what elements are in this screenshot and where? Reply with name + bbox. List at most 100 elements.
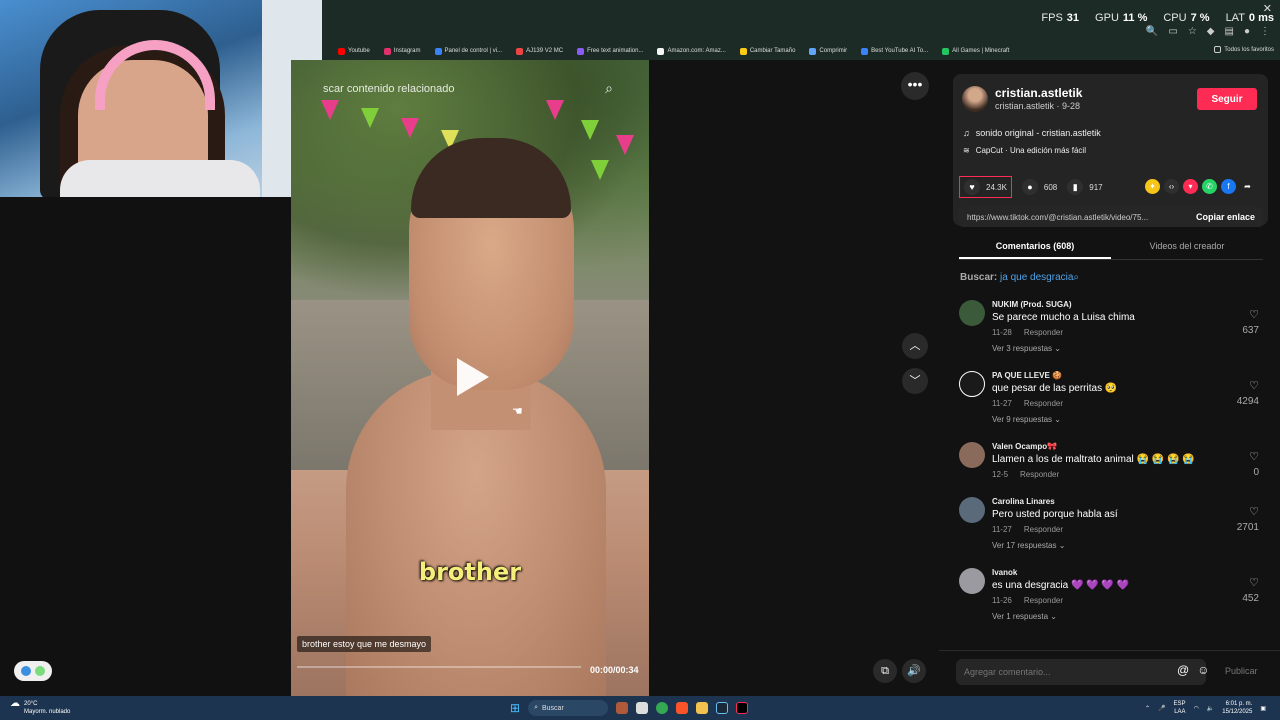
bookmark-compress[interactable]: Comprimir	[809, 47, 847, 55]
extension-icon[interactable]: ◆	[1207, 26, 1215, 37]
reply-button[interactable]: Responder	[1020, 470, 1059, 479]
volume-button[interactable]: 🔊	[902, 659, 926, 683]
panel-tabs: Comentarios (608) Videos del creador	[959, 238, 1263, 260]
comment-author[interactable]: PA QUE LLEVE 🍪	[992, 371, 1062, 380]
taskbar-search[interactable]: ⌕ Buscar	[528, 700, 609, 716]
steam-icon[interactable]	[716, 702, 729, 714]
comment-text: Se parece mucho a Luisa chima	[992, 312, 1135, 323]
bookmark-text-animation[interactable]: Free text animation...	[577, 47, 643, 55]
share-url[interactable]: https://www.tiktok.com/@cristian.astleti…	[967, 213, 1148, 222]
mention-icon[interactable]: @	[1177, 663, 1189, 677]
files-app-icon[interactable]	[636, 702, 649, 714]
bookmark-instagram[interactable]: Instagram	[383, 47, 421, 55]
folder-icon[interactable]	[696, 702, 709, 714]
reply-button[interactable]: Responder	[1024, 525, 1063, 534]
tiktok-icon[interactable]	[736, 702, 749, 714]
avatar[interactable]	[959, 300, 985, 326]
heart-outline-icon[interactable]: ♡	[1249, 576, 1259, 589]
mic-icon[interactable]: 🎤	[1158, 705, 1165, 712]
bookmark-panel[interactable]: Panel de control | vi...	[434, 47, 502, 55]
profile-icon[interactable]: ●	[1244, 26, 1250, 37]
zoom-icon[interactable]: 🔍	[1146, 26, 1158, 37]
puzzle-icon[interactable]: ▤	[1225, 26, 1234, 37]
pip-button[interactable]: ⧉	[873, 659, 897, 683]
extension-toggle[interactable]	[14, 661, 52, 681]
copy-link-button[interactable]: Copiar enlace	[1196, 212, 1255, 222]
facebook-icon[interactable]: f	[1221, 179, 1236, 194]
creator-username[interactable]: cristian.astletik	[995, 86, 1082, 100]
flag	[616, 135, 634, 155]
bookmark-youtube[interactable]: Youtube	[338, 47, 370, 55]
coin-icon[interactable]: ✦	[1145, 179, 1160, 194]
send-icon[interactable]: ▾	[1183, 179, 1198, 194]
tab-comments[interactable]: Comentarios (608)	[959, 238, 1111, 259]
avatar[interactable]	[959, 568, 985, 594]
chrome-icon[interactable]	[656, 702, 669, 714]
avatar[interactable]	[959, 371, 985, 397]
previous-video-button[interactable]: ︿	[902, 333, 928, 359]
comment-author[interactable]: NUKIM (Prod. SUGA)	[992, 300, 1072, 309]
whatsapp-icon[interactable]: ✆	[1202, 179, 1217, 194]
video-progress[interactable]	[297, 666, 581, 668]
view-replies-button[interactable]: Ver 3 respuestas ⌄	[992, 344, 1061, 353]
embed-icon[interactable]: ‹›	[1164, 179, 1179, 194]
comment-input[interactable]	[956, 659, 1206, 685]
menu-icon[interactable]: ⋮	[1260, 26, 1270, 37]
comment-author[interactable]: Ivanok	[992, 568, 1017, 577]
reply-button[interactable]: Responder	[1024, 399, 1063, 408]
more-options-button[interactable]: •••	[901, 72, 929, 100]
sound-link[interactable]: ♫ sonido original - cristian.astletik	[963, 128, 1101, 138]
bookmarks-bar: Youtube Instagram Panel de control | vi.…	[322, 42, 1280, 60]
game-app-icon[interactable]	[616, 702, 629, 714]
heart-outline-icon[interactable]: ♡	[1249, 379, 1259, 392]
close-icon[interactable]: ✕	[1263, 2, 1272, 15]
cam-shirt	[60, 160, 260, 197]
comment-author[interactable]: Carolina Linares	[992, 497, 1055, 506]
wifi-icon[interactable]: ◠	[1194, 705, 1199, 712]
like-button[interactable]: ♥ 24.3K	[959, 176, 1012, 198]
comment-button[interactable]: ● 608	[1021, 179, 1057, 195]
avatar[interactable]	[959, 442, 985, 468]
heart-outline-icon[interactable]: ♡	[1249, 505, 1259, 518]
emoji-icon[interactable]: ☺	[1197, 663, 1209, 677]
bookmark-resize[interactable]: Cambiar Tamaño	[739, 47, 795, 55]
heart-outline-icon[interactable]: ♡	[1249, 450, 1259, 463]
reply-button[interactable]: Responder	[1024, 328, 1063, 337]
notification-icon[interactable]: ▣	[1260, 705, 1266, 712]
chevron-up-icon[interactable]: ⌃	[1145, 705, 1150, 712]
related-search[interactable]: scar contenido relacionado ⌕	[291, 78, 631, 100]
search-term-link[interactable]: ja que desgracia⌕	[1000, 272, 1079, 283]
bookmark-youtube-ai[interactable]: Best YouTube AI To...	[861, 47, 928, 55]
tab-creator-videos[interactable]: Videos del creador	[1111, 238, 1263, 259]
star-icon[interactable]: ☆	[1188, 26, 1197, 37]
all-bookmarks[interactable]: Todos los favoritos	[1214, 46, 1274, 53]
speaker-icon[interactable]: 🔈	[1207, 705, 1214, 712]
video-player[interactable]: scar contenido relacionado ⌕ brother bro…	[291, 60, 649, 696]
brave-icon[interactable]	[676, 702, 689, 714]
search-icon[interactable]: ⌕	[605, 80, 613, 97]
bookmark-aj139[interactable]: AJ139 V2 MC	[516, 47, 563, 55]
comment-author[interactable]: Valen Ocampo🎀	[992, 442, 1057, 451]
save-button[interactable]: ▮ 917	[1067, 179, 1103, 195]
bookmark-minecraft[interactable]: All Games | Minecraft	[942, 47, 1009, 55]
comment-meta: 11-26 Responder	[992, 596, 1064, 605]
view-replies-button[interactable]: Ver 1 respuesta ⌄	[992, 612, 1057, 621]
weather-widget[interactable]: ☁ 20°C Mayorm. nublado	[10, 699, 70, 716]
cast-icon[interactable]: ▭	[1168, 26, 1177, 37]
view-replies-button[interactable]: Ver 17 respuestas ⌄	[992, 541, 1065, 550]
avatar[interactable]	[962, 86, 988, 112]
reply-button[interactable]: Responder	[1024, 596, 1063, 605]
heart-outline-icon[interactable]: ♡	[1249, 308, 1259, 321]
share-icon[interactable]: ➦	[1240, 179, 1255, 194]
windows-start-icon[interactable]: ⊞	[510, 701, 520, 715]
follow-button[interactable]: Seguir	[1197, 88, 1257, 110]
avatar[interactable]	[959, 497, 985, 523]
view-replies-button[interactable]: Ver 9 respuestas ⌄	[992, 415, 1061, 424]
clock[interactable]: 6:01 p. m. 15/12/2025	[1222, 700, 1252, 716]
language-indicator[interactable]: ESP LAA	[1174, 700, 1186, 716]
bookmark-amazon[interactable]: Amazon.com: Amaz...	[657, 47, 726, 55]
capcut-link[interactable]: ≋ CapCut · Una edición más fácil	[963, 146, 1086, 155]
play-icon[interactable]	[457, 358, 489, 396]
next-video-button[interactable]: ﹀	[902, 368, 928, 394]
publish-button[interactable]: Publicar	[1225, 666, 1258, 676]
